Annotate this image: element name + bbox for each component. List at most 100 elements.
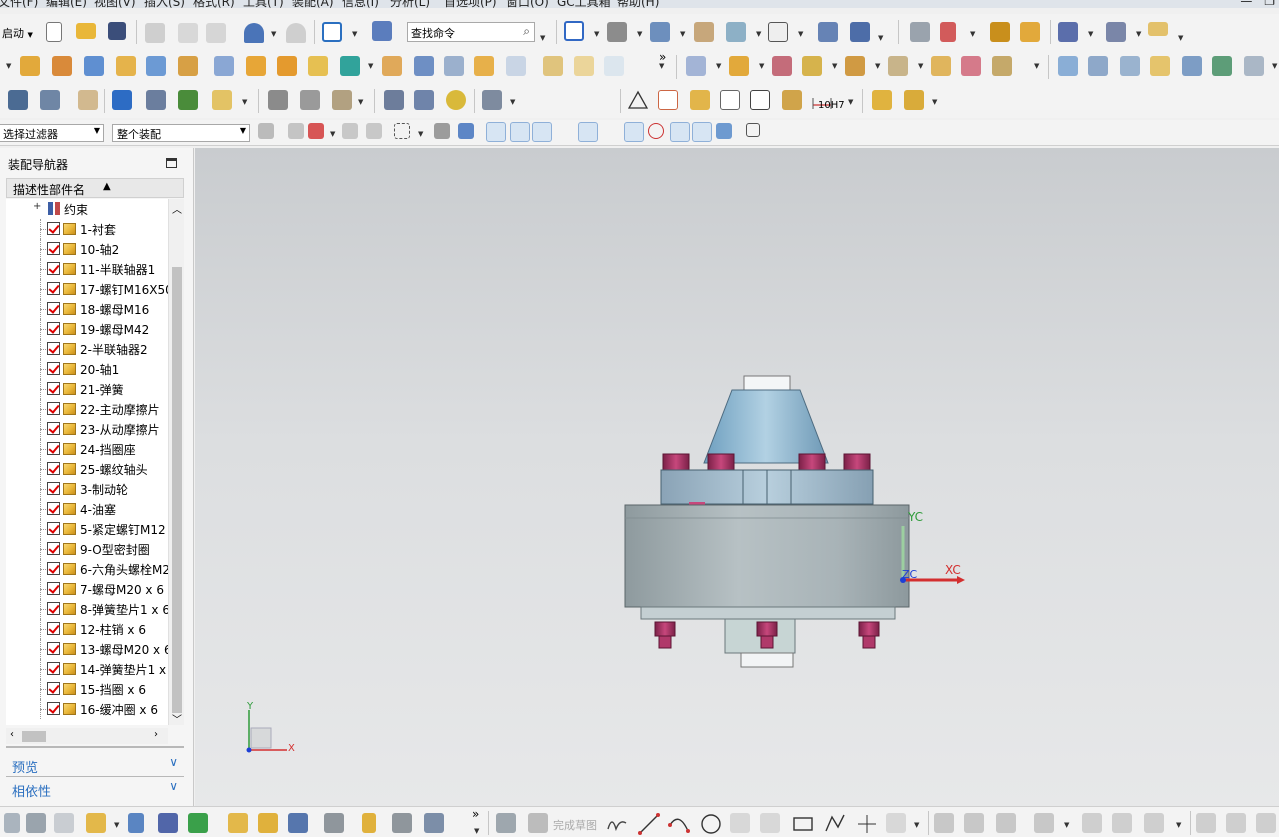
tabular-note-icon[interactable] [690,90,710,110]
layer-copy-icon[interactable] [40,90,60,110]
snap-intersection-icon[interactable] [578,122,598,142]
menu-tools[interactable]: 工具(T) [243,0,284,8]
tree-row-component[interactable]: 9-O型密封圈 [6,539,168,559]
visibility-checkbox[interactable] [47,242,60,255]
bolt-library-icon[interactable] [332,90,352,110]
reattach-icon[interactable] [158,813,178,833]
tree-row-component[interactable]: 18-螺母M16 [6,299,168,319]
background-icon[interactable] [768,22,788,42]
assembly-constraint-icon[interactable] [850,22,870,42]
preview-section-header[interactable]: 预览 ∨ [6,754,184,776]
cylinder-icon[interactable] [116,56,136,76]
bounded-plane-icon[interactable] [1150,56,1170,76]
fit-view-icon[interactable] [564,21,584,41]
alternate-solution-icon[interactable] [1226,813,1246,833]
chamfer-sketch-icon[interactable] [760,813,780,833]
profile-icon[interactable] [606,813,627,833]
sequence-icon[interactable] [961,56,981,76]
menu-file[interactable]: 文件(F) [0,0,38,8]
ellipse-tool-icon[interactable] [886,813,906,833]
visibility-checkbox[interactable] [47,662,60,675]
tree-row-component[interactable]: 16-缓冲圈 x 6 [6,699,168,719]
expand-plus-icon[interactable]: + [33,201,41,212]
sphere-icon[interactable] [178,56,198,76]
menu-information[interactable]: 信息(I) [342,0,379,8]
cut-icon[interactable] [145,23,165,43]
fillet-icon[interactable] [392,813,412,833]
edit-object-display-icon[interactable] [990,22,1010,42]
redo-icon[interactable] [286,23,306,43]
visibility-checkbox[interactable] [47,402,60,415]
wave-linker-icon[interactable] [931,56,951,76]
edge-blend-icon[interactable] [382,56,402,76]
layer-move-icon[interactable] [8,90,28,110]
surface-through-curves-icon[interactable] [1058,56,1078,76]
snap-control-point-icon[interactable] [532,122,552,142]
scrollbar-thumb[interactable] [22,731,46,742]
deselect-icon[interactable] [366,123,382,139]
visibility-checkbox[interactable] [47,262,60,275]
fillet-sketch-icon[interactable] [730,813,750,833]
select-body-icon[interactable] [458,123,474,139]
upgrade-selection-icon[interactable] [342,123,358,139]
tree-row-component[interactable]: 5-紧定螺钉M12 [6,519,168,539]
menu-analysis[interactable]: 分析(L) [390,0,430,8]
visibility-checkbox[interactable] [47,342,60,355]
sheet-from-curves-icon[interactable] [1244,56,1264,76]
menu-view[interactable]: 视图(V) [94,0,136,8]
tree-row-component[interactable]: 8-弹簧垫片1 x 6 [6,599,168,619]
point-tool-icon[interactable] [856,813,876,833]
layer-settings-icon[interactable] [910,22,930,42]
new-file-icon[interactable] [46,22,62,42]
menu-edit[interactable]: 编辑(E) [46,0,87,8]
orient-view-icon[interactable] [322,22,342,42]
tree-vertical-scrollbar[interactable]: ︿ ﹀ [168,199,184,726]
bearing-icon[interactable] [300,90,320,110]
menu-format[interactable]: 格式(R) [193,0,235,8]
hole-icon[interactable] [214,56,234,76]
trim-icon[interactable] [934,813,954,833]
snap-arc-center-icon[interactable] [624,122,644,142]
show-constraints-icon[interactable] [1112,813,1132,833]
project-curve-icon[interactable] [228,813,248,833]
visibility-checkbox[interactable] [47,622,60,635]
graphics-viewport[interactable]: YC XC ZC Y X [195,148,1279,806]
grid-snap-icon[interactable] [746,123,760,137]
datum-plane-icon[interactable] [340,56,360,76]
eraser-icon[interactable] [78,90,98,110]
column-header-part-name[interactable]: 描述性部件名 ▲ [6,178,184,198]
pattern-curve-icon[interactable] [288,813,308,833]
trim-body-icon[interactable] [506,56,526,76]
parts-list-icon[interactable] [720,90,740,110]
tree-row-component[interactable]: 6-六角头螺栓M20 [6,559,168,579]
snap-on-curve-icon[interactable] [692,122,712,142]
visibility-checkbox[interactable] [47,582,60,595]
assembly-sequence-icon[interactable] [872,90,892,110]
menu-window[interactable]: 窗口(O) [506,0,549,8]
auto-constrain-icon[interactable] [1144,813,1164,833]
wire-harness-icon[interactable] [482,90,502,110]
snap-on-surface-icon[interactable] [716,123,732,139]
visibility-checkbox[interactable] [47,482,60,495]
block-icon[interactable] [84,56,104,76]
tree-row-component[interactable]: 13-螺母M20 x 6 [6,639,168,659]
coil-spring-icon[interactable] [414,90,434,110]
sketch-plane-icon[interactable] [54,813,74,833]
triangle-shape-icon[interactable] [627,90,649,110]
tree-node-constraints[interactable]: + 约束 [6,199,168,219]
select-group-icon[interactable] [308,123,324,139]
datum-csys-icon[interactable] [86,813,106,833]
select-feature-icon[interactable] [288,123,304,139]
start-menu-button[interactable]: 启动 ▼ [2,25,33,41]
command-finder-input[interactable]: 查找命令 ⌕ [407,22,535,42]
hammer-icon[interactable] [146,90,166,110]
visibility-checkbox[interactable] [47,462,60,475]
cone-icon[interactable] [146,56,166,76]
visibility-checkbox[interactable] [47,442,60,455]
interference-icon[interactable] [992,56,1012,76]
assembly-cut-icon[interactable] [904,90,924,110]
paste-icon[interactable] [206,23,226,43]
chevron-down-icon[interactable]: ﹀ [172,711,182,726]
selection-filter-dropdown[interactable]: 选择过滤器 ▼ [0,124,104,142]
tree-row-component[interactable]: 20-轴1 [6,359,168,379]
